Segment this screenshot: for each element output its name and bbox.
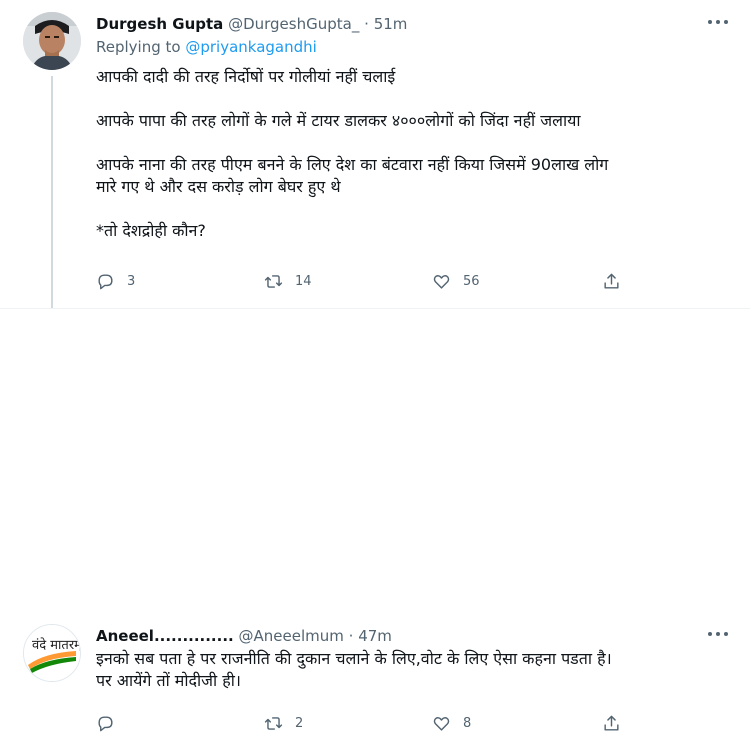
share-button[interactable] bbox=[602, 714, 621, 733]
retweet-icon bbox=[264, 716, 283, 730]
retweet-count: 14 bbox=[295, 273, 312, 289]
reply-icon bbox=[98, 273, 113, 289]
tweet-actions: 3 14 56 bbox=[96, 270, 636, 292]
like-count: 8 bbox=[463, 715, 472, 731]
more-icon[interactable] bbox=[708, 630, 728, 638]
tweet[interactable]: वंदे मातरम् Aneeel.............. @Aneeel… bbox=[0, 306, 750, 731]
like-icon bbox=[433, 274, 450, 289]
reply-icon bbox=[98, 715, 113, 731]
tweet-paragraph: आपकी दादी की तरह निर्दोषों पर गोलीयां नह… bbox=[96, 67, 396, 86]
avatar-logo: वंदे मातरम् bbox=[24, 625, 80, 681]
share-icon bbox=[604, 715, 619, 731]
thread-line bbox=[51, 76, 53, 309]
separator: · bbox=[348, 627, 354, 645]
tweet-paragraph: आपके पापा की तरह लोगों के गले में टायर ड… bbox=[96, 111, 581, 130]
share-icon bbox=[604, 273, 619, 289]
retweet-button[interactable]: 2 bbox=[264, 714, 303, 733]
user-handle[interactable]: @Aneeelmum bbox=[239, 627, 344, 645]
reply-count: 3 bbox=[127, 273, 136, 289]
avatar[interactable]: वंदे मातरम् bbox=[23, 624, 81, 682]
tweet-text: आपकी दादी की तरह निर्दोषों पर गोलीयां नह… bbox=[96, 66, 716, 242]
timestamp[interactable]: 51m bbox=[374, 15, 408, 33]
user-handle[interactable]: @DurgeshGupta_ bbox=[228, 15, 359, 33]
tweet[interactable]: Durgesh Gupta @DurgeshGupta_ · 51m Reply… bbox=[0, 0, 750, 309]
replying-to-label: Replying to bbox=[96, 38, 181, 56]
like-count: 56 bbox=[463, 273, 480, 289]
like-button[interactable]: 8 bbox=[432, 714, 471, 733]
reply-button[interactable]: 3 bbox=[96, 272, 135, 291]
tweet-text: इनको सब पता हे पर राजनीति की दुकान चलाने… bbox=[96, 648, 746, 692]
tweet-header: Aneeel.............. @Aneeelmum · 47m bbox=[96, 626, 392, 646]
retweet-button[interactable]: 14 bbox=[264, 272, 312, 291]
like-button[interactable]: 56 bbox=[432, 272, 480, 291]
replying-to: Replying to @priyankagandhi bbox=[96, 38, 317, 56]
retweet-count: 2 bbox=[295, 715, 304, 731]
retweet-icon bbox=[264, 274, 283, 288]
tweet-paragraph: इनको सब पता हे पर राजनीति की दुकान चलाने… bbox=[96, 649, 612, 690]
mention-link[interactable]: @priyankagandhi bbox=[185, 38, 316, 56]
more-icon[interactable] bbox=[708, 18, 728, 26]
tweet-paragraph: *तो देशद्रोही कौन? bbox=[96, 221, 206, 240]
display-name[interactable]: Aneeel.............. bbox=[96, 627, 234, 645]
reply-button[interactable] bbox=[96, 714, 127, 733]
avatar-photo bbox=[23, 12, 81, 70]
tweet-header: Durgesh Gupta @DurgeshGupta_ · 51m bbox=[96, 14, 407, 34]
separator: · bbox=[364, 15, 369, 33]
like-icon bbox=[433, 716, 450, 731]
timestamp[interactable]: 47m bbox=[358, 627, 392, 645]
svg-text:वंदे मातरम्: वंदे मातरम् bbox=[32, 637, 80, 653]
tweet-paragraph: आपके नाना की तरह पीएम बनने के लिए देश का… bbox=[96, 155, 609, 196]
avatar[interactable] bbox=[23, 12, 81, 70]
share-button[interactable] bbox=[602, 272, 621, 291]
display-name[interactable]: Durgesh Gupta bbox=[96, 15, 223, 33]
tweet-actions: 2 8 bbox=[96, 712, 636, 734]
